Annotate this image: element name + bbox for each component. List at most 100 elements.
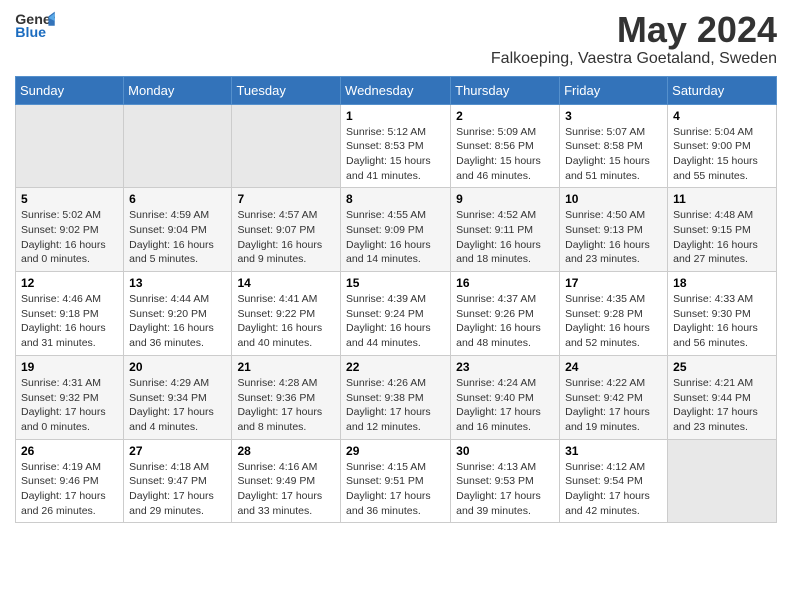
day-info: Daylight: 15 hours and 55 minutes. [673, 154, 771, 183]
day-info: Daylight: 16 hours and 52 minutes. [565, 321, 662, 350]
calendar-cell: 23Sunrise: 4:24 AMSunset: 9:40 PMDayligh… [451, 355, 560, 439]
day-info: Sunrise: 4:31 AM [21, 376, 118, 391]
calendar-cell: 1Sunrise: 5:12 AMSunset: 8:53 PMDaylight… [341, 104, 451, 188]
day-info: Sunrise: 4:19 AM [21, 460, 118, 475]
day-info: Daylight: 16 hours and 48 minutes. [456, 321, 554, 350]
calendar-cell: 10Sunrise: 4:50 AMSunset: 9:13 PMDayligh… [560, 188, 668, 272]
day-info: Sunset: 9:32 PM [21, 391, 118, 406]
day-number: 9 [456, 192, 554, 206]
day-number: 4 [673, 109, 771, 123]
day-info: Sunrise: 4:21 AM [673, 376, 771, 391]
day-number: 14 [237, 276, 335, 290]
day-info: Sunset: 9:20 PM [129, 307, 226, 322]
calendar-cell: 15Sunrise: 4:39 AMSunset: 9:24 PMDayligh… [341, 272, 451, 356]
day-info: Sunrise: 4:12 AM [565, 460, 662, 475]
day-info: Sunrise: 4:28 AM [237, 376, 335, 391]
day-info: Sunset: 9:26 PM [456, 307, 554, 322]
day-number: 13 [129, 276, 226, 290]
day-number: 21 [237, 360, 335, 374]
day-info: Sunset: 9:49 PM [237, 474, 335, 489]
day-info: Sunrise: 5:04 AM [673, 125, 771, 140]
col-wednesday: Wednesday [341, 76, 451, 104]
calendar-cell: 12Sunrise: 4:46 AMSunset: 9:18 PMDayligh… [16, 272, 124, 356]
day-info: Sunrise: 4:52 AM [456, 208, 554, 223]
day-info: Sunrise: 4:24 AM [456, 376, 554, 391]
day-info: Sunset: 9:11 PM [456, 223, 554, 238]
logo: General Blue [15, 10, 57, 40]
day-info: Sunrise: 4:18 AM [129, 460, 226, 475]
calendar-cell [232, 104, 341, 188]
day-info: Sunset: 9:42 PM [565, 391, 662, 406]
day-info: Sunrise: 4:44 AM [129, 292, 226, 307]
day-info: Sunrise: 5:07 AM [565, 125, 662, 140]
day-number: 2 [456, 109, 554, 123]
page-header: General Blue May 2024 Falkoeping, Vaestr… [15, 10, 777, 68]
day-info: Sunrise: 4:39 AM [346, 292, 445, 307]
day-info: Daylight: 17 hours and 29 minutes. [129, 489, 226, 518]
calendar-cell: 7Sunrise: 4:57 AMSunset: 9:07 PMDaylight… [232, 188, 341, 272]
day-info: Daylight: 16 hours and 40 minutes. [237, 321, 335, 350]
calendar-cell: 17Sunrise: 4:35 AMSunset: 9:28 PMDayligh… [560, 272, 668, 356]
day-info: Daylight: 17 hours and 19 minutes. [565, 405, 662, 434]
day-info: Sunrise: 4:35 AM [565, 292, 662, 307]
calendar-cell: 4 Sunrise: 5:04 AMSunset: 9:00 PMDaylight… [668, 104, 777, 188]
calendar-cell: 25Sunrise: 4:21 AMSunset: 9:44 PMDayligh… [668, 355, 777, 439]
day-info: Sunset: 9:51 PM [346, 474, 445, 489]
calendar-cell: 16Sunrise: 4:37 AMSunset: 9:26 PMDayligh… [451, 272, 560, 356]
calendar-body: 1Sunrise: 5:12 AMSunset: 8:53 PMDaylight… [16, 104, 777, 523]
day-number: 8 [346, 192, 445, 206]
day-info: Sunrise: 4:26 AM [346, 376, 445, 391]
day-number: 25 [673, 360, 771, 374]
day-info: Daylight: 17 hours and 23 minutes. [673, 405, 771, 434]
calendar-cell: 28Sunrise: 4:16 AMSunset: 9:49 PMDayligh… [232, 439, 341, 523]
col-monday: Monday [124, 76, 232, 104]
calendar-week-5: 26Sunrise: 4:19 AMSunset: 9:46 PMDayligh… [16, 439, 777, 523]
calendar-table: Sunday Monday Tuesday Wednesday Thursday… [15, 76, 777, 524]
day-info: Daylight: 16 hours and 56 minutes. [673, 321, 771, 350]
day-info: Sunrise: 4:29 AM [129, 376, 226, 391]
day-info: Sunrise: 5:09 AM [456, 125, 554, 140]
day-info: Daylight: 17 hours and 42 minutes. [565, 489, 662, 518]
day-number: 10 [565, 192, 662, 206]
calendar-cell: 29Sunrise: 4:15 AMSunset: 9:51 PMDayligh… [341, 439, 451, 523]
day-info: Daylight: 16 hours and 31 minutes. [21, 321, 118, 350]
calendar-week-2: 5Sunrise: 5:02 AMSunset: 9:02 PMDaylight… [16, 188, 777, 272]
day-info: Daylight: 17 hours and 16 minutes. [456, 405, 554, 434]
day-info: Sunset: 9:22 PM [237, 307, 335, 322]
day-info: Sunrise: 5:12 AM [346, 125, 445, 140]
day-info: Daylight: 16 hours and 27 minutes. [673, 238, 771, 267]
day-number: 3 [565, 109, 662, 123]
calendar-cell: 20Sunrise: 4:29 AMSunset: 9:34 PMDayligh… [124, 355, 232, 439]
calendar-cell: 8Sunrise: 4:55 AMSunset: 9:09 PMDaylight… [341, 188, 451, 272]
calendar-cell: 14 Sunrise: 4:41 AMSunset: 9:22 PMDayligh… [232, 272, 341, 356]
day-info: Sunset: 9:02 PM [21, 223, 118, 238]
col-thursday: Thursday [451, 76, 560, 104]
calendar-cell: 18Sunrise: 4:33 AMSunset: 9:30 PMDayligh… [668, 272, 777, 356]
day-info: Daylight: 17 hours and 8 minutes. [237, 405, 335, 434]
calendar-cell: 27Sunrise: 4:18 AMSunset: 9:47 PMDayligh… [124, 439, 232, 523]
calendar-cell: 3Sunrise: 5:07 AMSunset: 8:58 PMDaylight… [560, 104, 668, 188]
day-number: 5 [21, 192, 118, 206]
day-info: Sunset: 9:00 PM [673, 139, 771, 154]
calendar-week-3: 12Sunrise: 4:46 AMSunset: 9:18 PMDayligh… [16, 272, 777, 356]
day-info: Daylight: 16 hours and 23 minutes. [565, 238, 662, 267]
day-info: Sunset: 8:56 PM [456, 139, 554, 154]
col-sunday: Sunday [16, 76, 124, 104]
day-info: Sunset: 9:47 PM [129, 474, 226, 489]
day-number: 19 [21, 360, 118, 374]
day-info: Sunset: 9:36 PM [237, 391, 335, 406]
day-info: Sunset: 9:30 PM [673, 307, 771, 322]
day-info: Daylight: 16 hours and 14 minutes. [346, 238, 445, 267]
day-info: Sunrise: 5:02 AM [21, 208, 118, 223]
page-subtitle: Falkoeping, Vaestra Goetaland, Sweden [491, 50, 777, 68]
calendar-cell: 21 Sunrise: 4:28 AMSunset: 9:36 PMDayligh… [232, 355, 341, 439]
day-info: Sunrise: 4:37 AM [456, 292, 554, 307]
day-info: Daylight: 16 hours and 0 minutes. [21, 238, 118, 267]
day-info: Sunrise: 4:46 AM [21, 292, 118, 307]
calendar-cell: 31Sunrise: 4:12 AMSunset: 9:54 PMDayligh… [560, 439, 668, 523]
day-number: 28 [237, 444, 335, 458]
day-info: Daylight: 16 hours and 44 minutes. [346, 321, 445, 350]
day-info: Sunset: 8:58 PM [565, 139, 662, 154]
day-info: Sunrise: 4:16 AM [237, 460, 335, 475]
day-info: Sunrise: 4:41 AM [237, 292, 335, 307]
